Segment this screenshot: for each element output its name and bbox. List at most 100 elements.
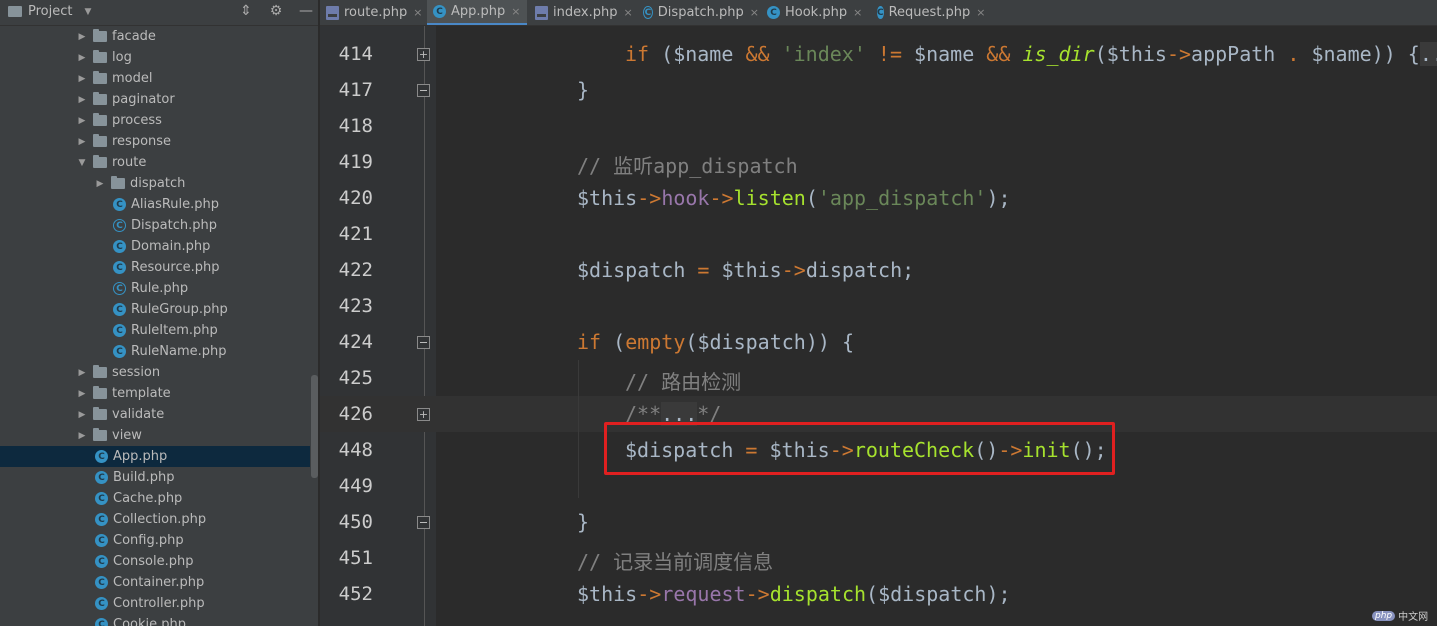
tree-file[interactable]: C RuleGroup.php <box>0 299 310 320</box>
code-line[interactable]: 424 if (empty($dispatch)) { <box>320 324 1437 360</box>
tree-folder[interactable]: ▶ template <box>0 383 310 404</box>
chevron-right-icon[interactable]: ▶ <box>77 137 87 147</box>
chevron-right-icon[interactable]: ▶ <box>77 95 87 105</box>
code-line[interactable]: 452 $this->request->dispatch($dispatch); <box>320 576 1437 612</box>
tree-file[interactable]: C Resource.php <box>0 257 310 278</box>
tree-file[interactable]: C Cookie.php <box>0 614 310 626</box>
tree-item-label: Cache.php <box>113 491 183 506</box>
gear-icon[interactable]: ⚙ <box>268 3 284 19</box>
chevron-right-icon[interactable]: ▶ <box>77 53 87 63</box>
tree-file[interactable]: C RuleName.php <box>0 341 310 362</box>
tree-file[interactable]: C App.php <box>0 446 310 467</box>
tab-dispatch[interactable]: C Dispatch.php × <box>637 0 759 25</box>
code-line[interactable]: 421 <box>320 216 1437 252</box>
watermark: php 中文网 <box>1372 608 1428 623</box>
tree-item-label: template <box>112 386 171 401</box>
hide-panel-icon[interactable]: — <box>298 3 314 19</box>
collapse-all-icon[interactable]: ⇕ <box>238 3 254 19</box>
class-icon: C <box>877 6 884 19</box>
tree-file[interactable]: C Config.php <box>0 530 310 551</box>
close-icon[interactable]: × <box>623 6 632 19</box>
code-line[interactable]: 425 // 路由检测 <box>320 360 1437 396</box>
fold-collapse-icon[interactable] <box>417 84 430 97</box>
close-icon[interactable]: × <box>750 6 759 19</box>
tree-item-label: Build.php <box>113 470 175 485</box>
punct: ( <box>805 186 818 210</box>
tab-route[interactable]: route.php × <box>320 0 425 25</box>
code-line[interactable]: 418 <box>320 108 1437 144</box>
chevron-right-icon[interactable]: ▶ <box>77 368 87 378</box>
tree-file[interactable]: C Build.php <box>0 467 310 488</box>
tree-file[interactable]: C Container.php <box>0 572 310 593</box>
tree-item-label: App.php <box>113 449 168 464</box>
chevron-right-icon[interactable]: ▶ <box>77 32 87 42</box>
tree-item-label: paginator <box>112 92 175 107</box>
close-icon[interactable]: × <box>976 6 985 19</box>
code-line[interactable]: 450} <box>320 504 1437 540</box>
tree-item-label: process <box>112 113 162 128</box>
tree-item-label: dispatch <box>130 176 186 191</box>
tab-app[interactable]: C App.php × <box>427 0 527 25</box>
folder-icon <box>93 155 107 168</box>
close-icon[interactable]: × <box>413 6 422 19</box>
code-line[interactable]: 423 <box>320 288 1437 324</box>
chevron-right-icon[interactable]: ▶ <box>77 410 87 420</box>
php-file-icon <box>535 5 548 20</box>
project-scrollbar[interactable] <box>311 375 318 478</box>
chevron-right-icon[interactable]: ▶ <box>77 74 87 84</box>
chevron-right-icon[interactable]: ▶ <box>95 179 105 189</box>
tree-item-label: Container.php <box>113 575 205 590</box>
tab-request[interactable]: C Request.php × <box>871 0 986 25</box>
tree-folder[interactable]: ▼ route <box>0 152 310 173</box>
class-icon: C <box>95 492 108 505</box>
code-line[interactable]: 420 $this->hook->listen('app_dispatch'); <box>320 180 1437 216</box>
tree-file[interactable]: C Domain.php <box>0 236 310 257</box>
fold-expand-icon[interactable]: + <box>417 408 430 421</box>
chevron-right-icon[interactable]: ▶ <box>77 116 87 126</box>
close-icon[interactable]: × <box>853 6 862 19</box>
tree-folder[interactable]: ▶ paginator <box>0 89 310 110</box>
project-view-selector[interactable]: Project ▼ <box>8 4 91 19</box>
tree-folder[interactable]: ▶ response <box>0 131 310 152</box>
tree-folder[interactable]: ▶ validate <box>0 404 310 425</box>
tree-file[interactable]: C Console.php <box>0 551 310 572</box>
chevron-right-icon[interactable]: ▶ <box>77 389 87 399</box>
variable: $dispatch <box>577 258 686 282</box>
fold-expand-icon[interactable]: + <box>417 48 430 61</box>
tree-item-label: Cookie.php <box>113 617 186 626</box>
tree-file[interactable]: C Rule.php <box>0 278 310 299</box>
tree-file[interactable]: C Collection.php <box>0 509 310 530</box>
tree-file[interactable]: C Controller.php <box>0 593 310 614</box>
code-line[interactable]: 417} <box>320 72 1437 108</box>
tree-folder[interactable]: ▶ view <box>0 425 310 446</box>
tree-file[interactable]: C Cache.php <box>0 488 310 509</box>
tree-file[interactable]: C Dispatch.php <box>0 215 310 236</box>
fold-collapse-icon[interactable] <box>417 336 430 349</box>
code-text: $this->hook->listen('app_dispatch'); <box>577 186 1011 210</box>
tree-item-label: RuleItem.php <box>131 323 218 338</box>
tree-file[interactable]: C AliasRule.php <box>0 194 310 215</box>
code-line[interactable]: 451 // 记录当前调度信息 <box>320 540 1437 576</box>
tree-folder[interactable]: ▶ session <box>0 362 310 383</box>
tree-folder[interactable]: ▶ log <box>0 47 310 68</box>
tree-folder[interactable]: ▶ process <box>0 110 310 131</box>
fold-collapse-icon[interactable] <box>417 516 430 529</box>
chevron-down-icon[interactable]: ▼ <box>84 7 91 17</box>
line-number: 424 <box>338 331 373 353</box>
tree-folder[interactable]: ▶ facade <box>0 26 310 47</box>
chevron-right-icon[interactable]: ▶ <box>77 431 87 441</box>
code-line[interactable]: 422 $dispatch = $this->dispatch; <box>320 252 1437 288</box>
tree-folder[interactable]: ▶ model <box>0 68 310 89</box>
close-icon[interactable]: × <box>511 5 520 18</box>
code-editor[interactable]: 414 + if ($name && 'index' != $name && is_… <box>320 26 1437 626</box>
tab-index[interactable]: index.php × <box>529 0 635 25</box>
class-icon: C <box>95 576 108 589</box>
code-text: } <box>577 78 589 102</box>
tab-hook[interactable]: C Hook.php × <box>761 0 869 25</box>
code-line[interactable]: 414 + if ($name && 'index' != $name && is_… <box>320 36 1437 72</box>
tree-file[interactable]: C RuleItem.php <box>0 320 310 341</box>
tree-item-label: Config.php <box>113 533 184 548</box>
code-line[interactable]: 419 // 监听app_dispatch <box>320 144 1437 180</box>
tree-folder[interactable]: ▶ dispatch <box>0 173 310 194</box>
chevron-down-icon[interactable]: ▼ <box>77 158 87 168</box>
